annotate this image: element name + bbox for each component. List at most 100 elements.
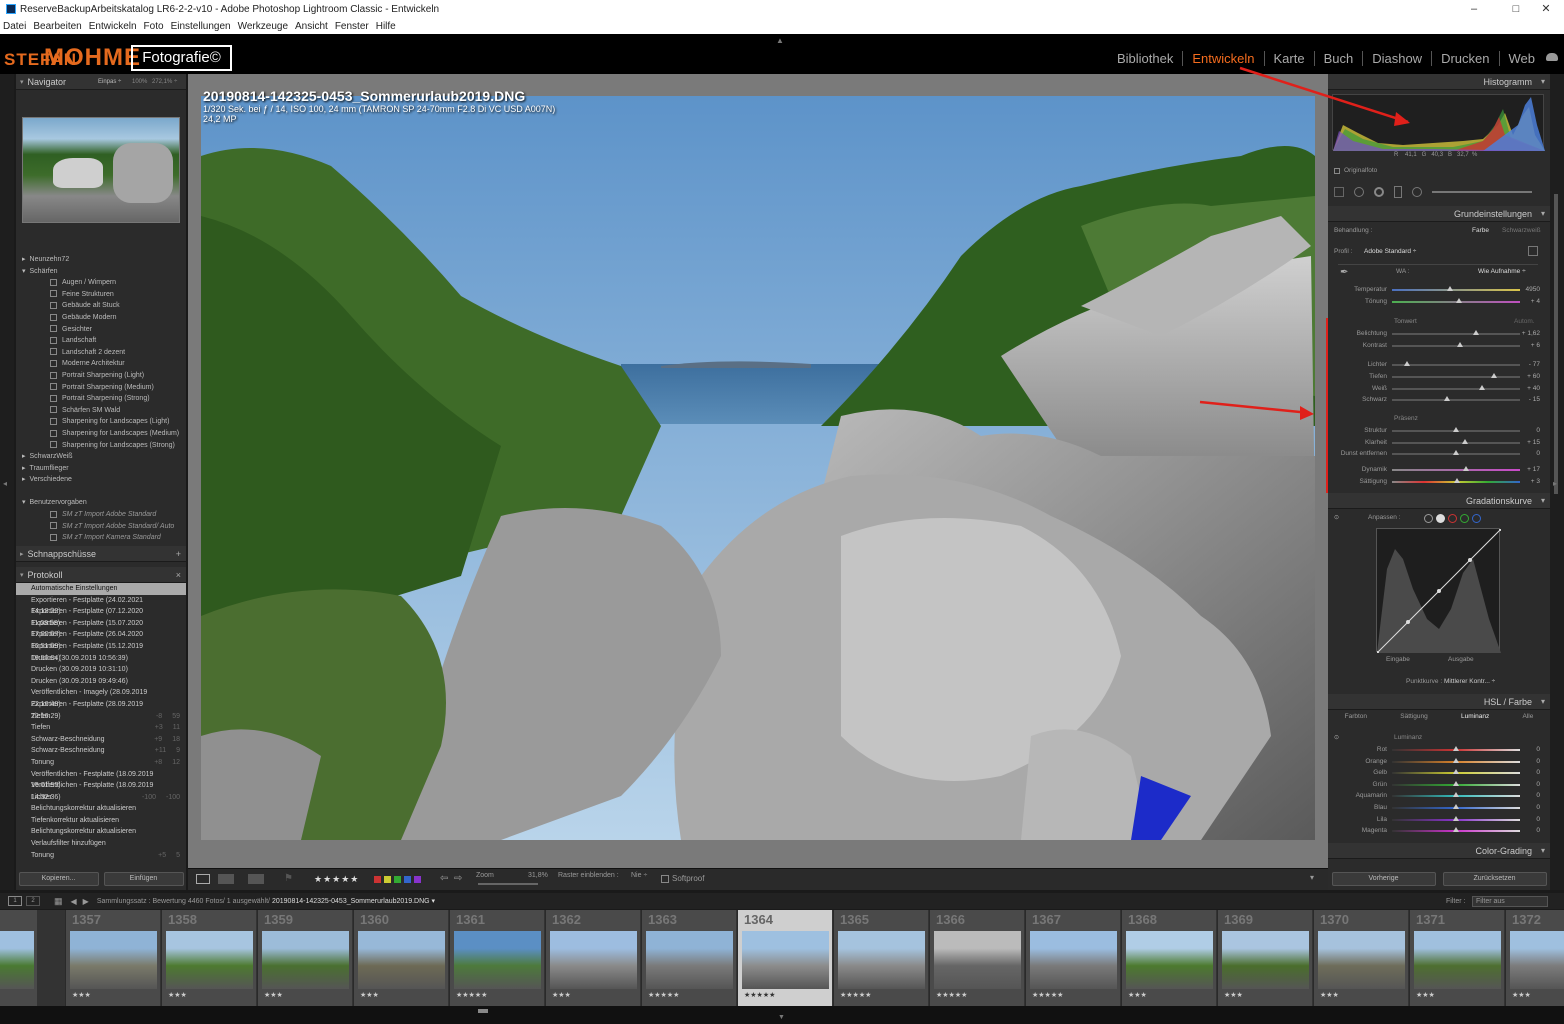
history-item[interactable]: Exportieren - Festplatte (15.07.2020 17:…	[16, 618, 186, 639]
slider-value[interactable]: + 4	[1531, 298, 1540, 305]
history-item[interactable]: Tiefen -8 59	[16, 711, 186, 723]
history-item[interactable]: Exportieren - Festplatte (24.02.2021 14:…	[16, 595, 186, 616]
history-item[interactable]: Tonung +8 12	[16, 757, 186, 769]
filmstrip-cell[interactable]: 1372 ★★★	[1505, 910, 1564, 1006]
curve-blue-icon[interactable]	[1472, 514, 1481, 523]
slider-value[interactable]: + 6	[1531, 342, 1540, 349]
slider-value[interactable]: 0	[1536, 450, 1540, 457]
menu-datei[interactable]: Datei	[3, 21, 26, 32]
zoom-100[interactable]: 100%	[132, 79, 147, 85]
filmstrip-thumbnail[interactable]	[1414, 931, 1501, 989]
preset-item[interactable]: Sharpening for Landscapes (Medium)	[16, 428, 186, 440]
slider-knob[interactable]	[1461, 439, 1468, 444]
filmstrip-cell[interactable]: 1357 ★★★	[65, 910, 160, 1006]
preset-item[interactable]: SM zT Import Adobe Standard	[16, 509, 186, 521]
slider-value[interactable]: + 17	[1527, 466, 1540, 473]
filmstrip-thumbnail[interactable]	[166, 931, 253, 989]
previous-settings-button[interactable]: Vorherige	[1331, 872, 1436, 886]
filter-select[interactable]: Filter aus	[1472, 895, 1548, 907]
slider-knob[interactable]	[1453, 804, 1459, 809]
profile-browser-icon[interactable]	[1528, 246, 1538, 256]
preset-item[interactable]: Landschaft 2 dezent	[16, 347, 186, 359]
collapse-left-icon[interactable]: ◂	[3, 479, 7, 488]
filmstrip-cell[interactable]: 1358 ★★★	[161, 910, 256, 1006]
before-after-icon[interactable]	[218, 874, 234, 884]
history-item[interactable]: Tonung +5 5	[16, 850, 186, 862]
slider-knob[interactable]	[1453, 792, 1459, 798]
treatment-color[interactable]: Farbe	[1472, 227, 1489, 234]
slider-value[interactable]: + 3	[1531, 478, 1540, 485]
filmstrip-filename[interactable]: 20190814-142325-0453_Sommerurlaub2019.DN…	[272, 897, 435, 905]
label-green[interactable]	[394, 876, 401, 883]
label-purple[interactable]	[414, 876, 421, 883]
paste-settings-button[interactable]: Einfügen	[103, 872, 184, 886]
history-item[interactable]: Lichter -100 -100	[16, 792, 186, 804]
slider-value[interactable]: 0	[1536, 746, 1540, 753]
hsl-slider-6[interactable]: Lila 0	[1330, 814, 1542, 826]
slider-knob[interactable]	[1473, 330, 1480, 335]
filmstrip-thumbnail[interactable]	[1510, 931, 1564, 989]
menu-bearbeiten[interactable]: Bearbeiten	[33, 21, 81, 32]
slider-value[interactable]: - 15	[1529, 396, 1540, 403]
slider-value[interactable]: 4950	[1526, 286, 1540, 293]
preset-item[interactable]: Sharpening for Landscapes (Light)	[16, 416, 186, 428]
slider-value[interactable]: 0	[1536, 804, 1540, 811]
filmstrip-scroll-handle[interactable]	[478, 1009, 488, 1013]
label-red[interactable]	[374, 876, 381, 883]
preset-item[interactable]: SM zT Import Kamera Standard	[16, 532, 186, 544]
slider-value[interactable]: 0	[1536, 816, 1540, 823]
preset-item[interactable]: Landschaft	[16, 335, 186, 347]
filmstrip-cell[interactable]	[0, 910, 37, 1006]
module-web[interactable]: Web	[1500, 51, 1545, 66]
adjustment-brush-icon[interactable]	[1432, 191, 1532, 193]
hsl-slider-4[interactable]: Aquamarin 0	[1330, 790, 1542, 802]
slider-11[interactable]: Dynamik + 17	[1330, 464, 1542, 476]
rating-stars[interactable]: ★★★★★	[314, 874, 359, 885]
hsl-target-icon[interactable]: ⊙	[1334, 734, 1339, 741]
slider-knob[interactable]	[1453, 827, 1459, 833]
preset-item[interactable]: Gebäude alt Stuck	[16, 300, 186, 312]
preset-item[interactable]: Moderne Architektur	[16, 358, 186, 370]
curve-target-icon[interactable]: ⊙	[1334, 514, 1339, 521]
compare-icon[interactable]	[248, 874, 264, 884]
history-item[interactable]: Drucken (30.09.2019 10:56:39)	[16, 653, 186, 665]
hsl-slider-5[interactable]: Blau 0	[1330, 802, 1542, 814]
history-item[interactable]: Belichtungskorrektur aktualisieren	[16, 803, 186, 815]
next-arrow-icon[interactable]: ⇨	[454, 873, 462, 884]
filmstrip-thumbnail[interactable]	[1126, 931, 1213, 989]
history-item[interactable]: Veröffentlichen - Festplatte (18.09.2019…	[16, 769, 186, 790]
filmstrip-cell[interactable]: 1366 ★★★★★	[929, 910, 1024, 1006]
previous-arrow-icon[interactable]: ⇦	[440, 873, 448, 884]
cloud-sync-icon[interactable]	[1546, 53, 1558, 61]
hsl-tab-all[interactable]: Alle	[1522, 713, 1533, 720]
preset-item[interactable]: Portrait Sharpening (Light)	[16, 370, 186, 382]
menu-entwickeln[interactable]: Entwickeln	[89, 21, 137, 32]
zoom-slider[interactable]	[478, 883, 538, 885]
filmstrip-thumbnail[interactable]	[646, 931, 733, 989]
history-item[interactable]: Exportieren - Festplatte (07.12.2020 11:…	[16, 606, 186, 627]
collapse-top-panel-icon[interactable]: ▲	[776, 36, 784, 45]
filmstrip-thumbnail[interactable]	[550, 931, 637, 989]
preset-item[interactable]: Gebäude Modern	[16, 312, 186, 324]
menu-foto[interactable]: Foto	[144, 21, 164, 32]
snapshots-header[interactable]: ▸ Schnappschüsse +	[16, 546, 186, 562]
filmstrip-thumbnail[interactable]	[1318, 931, 1405, 989]
history-item[interactable]: Exportieren - Festplatte (28.09.2019 22:…	[16, 699, 186, 720]
filmstrip-thumbnail[interactable]	[742, 931, 829, 989]
history-item[interactable]: Veröffentlichen - Imagely (28.09.2019 22…	[16, 687, 186, 708]
history-header[interactable]: ▾ Protokoll ×	[16, 567, 186, 583]
slider-value[interactable]: 0	[1536, 781, 1540, 788]
wb-select[interactable]: Wie Aufnahme ÷	[1478, 268, 1526, 275]
softproof-checkbox[interactable]	[661, 875, 669, 883]
hsl-tab-luminance[interactable]: Luminanz	[1461, 713, 1489, 720]
slider-value[interactable]: - 77	[1529, 361, 1540, 368]
slider-knob[interactable]	[1454, 478, 1461, 483]
filmstrip-thumbnail[interactable]	[1030, 931, 1117, 989]
menu-hilfe[interactable]: Hilfe	[376, 21, 396, 32]
collapse-right-icon[interactable]: ▸	[1553, 479, 1557, 488]
slider-knob[interactable]	[1463, 466, 1470, 471]
slider-value[interactable]: + 15	[1527, 439, 1540, 446]
hsl-slider-7[interactable]: Magenta 0	[1330, 825, 1542, 837]
preset-item[interactable]: ▾ Schärfen	[16, 266, 186, 278]
slider-value[interactable]: + 60	[1527, 373, 1540, 380]
